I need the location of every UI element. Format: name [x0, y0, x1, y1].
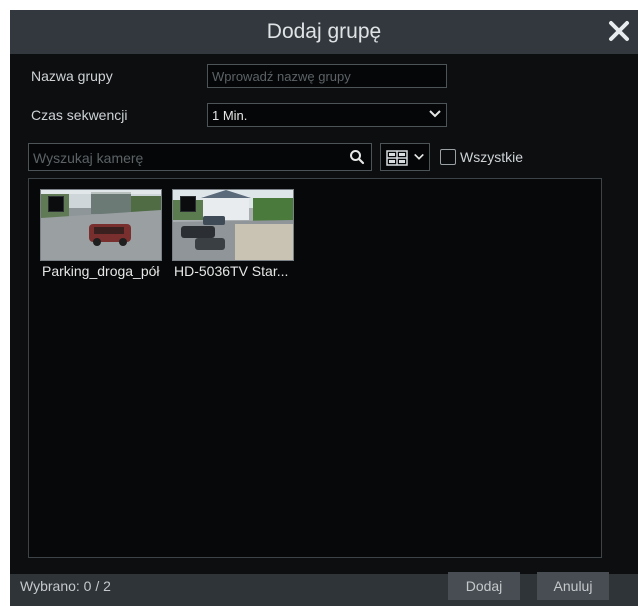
camera-name: Parking_droga_pół	[42, 263, 160, 279]
sequence-time-label: Czas sekwencji	[31, 107, 128, 123]
camera-search-placeholder: Wyszukaj kamerę	[33, 150, 144, 166]
camera-checkbox[interactable]	[48, 196, 64, 212]
dialog-titlebar: Dodaj grupę	[10, 10, 638, 54]
dialog-title: Dodaj grupę	[266, 20, 382, 43]
chevron-down-icon	[414, 153, 424, 160]
chevron-down-icon	[429, 110, 441, 118]
select-all-label: Wszystkie	[460, 149, 523, 165]
group-name-label: Nazwa grupy	[31, 68, 113, 84]
add-group-dialog: Dodaj grupę Nazwa grupy Wprowadź nazwę g…	[10, 10, 638, 606]
selected-count: Wybrano: 0 / 2	[20, 578, 111, 594]
camera-checkbox[interactable]	[180, 196, 196, 212]
group-name-input[interactable]: Wprowadź nazwę grupy	[207, 64, 447, 88]
grid-view-icon	[386, 150, 408, 166]
select-all-checkbox[interactable]	[440, 149, 456, 165]
camera-grid: Parking_droga_pół HD-5036TV Star...	[28, 178, 602, 558]
camera-name: HD-5036TV Star...	[174, 263, 289, 279]
cancel-button[interactable]: Anuluj	[537, 572, 609, 600]
camera-search-input[interactable]: Wyszukaj kamerę	[28, 143, 372, 171]
group-name-placeholder: Wprowadź nazwę grupy	[212, 69, 351, 84]
sequence-time-value: 1 Min.	[212, 108, 248, 123]
sequence-time-select[interactable]: 1 Min.	[207, 103, 447, 127]
search-icon[interactable]	[349, 149, 365, 165]
camera-thumbnail	[40, 189, 162, 261]
add-button[interactable]: Dodaj	[448, 572, 520, 600]
close-icon[interactable]	[604, 16, 634, 46]
camera-thumbnail	[172, 189, 294, 261]
view-mode-dropdown[interactable]	[380, 143, 430, 171]
